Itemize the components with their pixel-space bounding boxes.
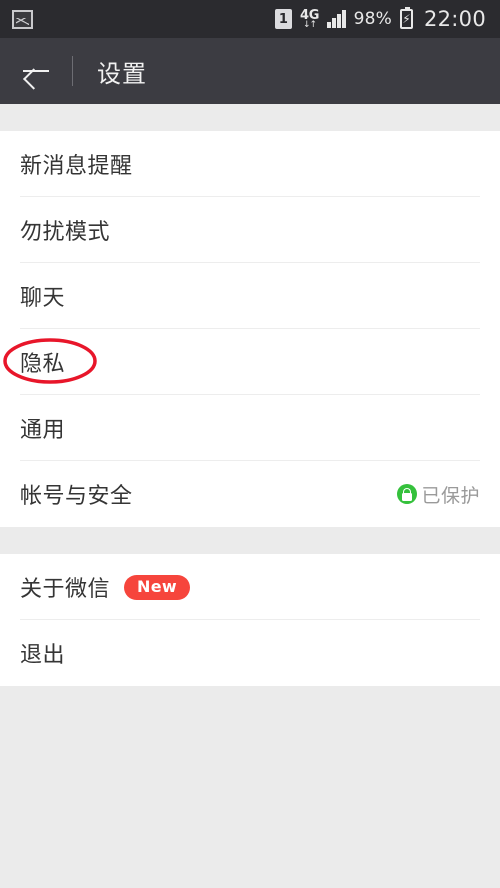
photo-icon	[12, 9, 33, 29]
list-item-new-message-alert[interactable]: 新消息提醒	[0, 131, 500, 197]
list-item-label: 通用	[20, 418, 66, 443]
list-item-general[interactable]: 通用	[0, 395, 500, 461]
settings-group-secondary: 关于微信 New 退出	[0, 554, 500, 686]
list-item-label: 聊天	[20, 286, 66, 311]
app-bar-divider	[72, 56, 73, 86]
back-arrow-icon[interactable]	[20, 54, 54, 88]
list-item-account-security[interactable]: 帐号与安全 已保护	[0, 461, 500, 527]
status-bar-left	[12, 9, 33, 29]
signal-strength-icon	[327, 10, 346, 28]
battery-bolt-glyph: ⚡	[402, 12, 411, 26]
list-item-label: 勿扰模式	[20, 220, 111, 245]
list-item-label: 帐号与安全	[20, 484, 133, 509]
status-bar-right: 1 4G ↓↑ 98% ⚡ 22:00	[274, 7, 486, 31]
new-badge: New	[124, 574, 190, 600]
list-item-label: 关于微信	[20, 577, 111, 602]
battery-charging-icon: ⚡	[399, 7, 413, 29]
status-bar: 1 4G ↓↑ 98% ⚡ 22:00	[0, 0, 500, 38]
settings-group-primary: 新消息提醒 勿扰模式 聊天 隐私 通用 帐号与安全 已保护	[0, 131, 500, 527]
sim-label: 1	[278, 11, 288, 27]
list-item-logout[interactable]: 退出	[0, 620, 500, 686]
status-badge: 已保护	[421, 484, 480, 507]
list-item-chat[interactable]: 聊天	[0, 263, 500, 329]
list-item-label: 新消息提醒	[20, 154, 133, 179]
battery-percent-label: 98%	[353, 9, 392, 29]
list-item-privacy[interactable]: 隐私	[0, 329, 500, 395]
list-item-label: 退出	[20, 643, 66, 668]
sim-card-icon: 1	[274, 9, 292, 29]
app-bar: 设置	[0, 38, 500, 104]
clock-label: 22:00	[423, 7, 486, 31]
page-title: 设置	[97, 59, 147, 88]
network-arrows: ↓↑	[302, 19, 317, 30]
network-type-icon: 4G ↓↑	[300, 9, 319, 30]
list-item-do-not-disturb[interactable]: 勿扰模式	[0, 197, 500, 263]
list-item-label: 隐私	[20, 352, 66, 377]
section-gap-middle	[0, 527, 500, 554]
lock-icon	[397, 484, 418, 504]
account-security-status: 已保护	[397, 481, 480, 508]
section-gap-top	[0, 104, 500, 131]
list-item-about-wechat[interactable]: 关于微信 New	[0, 554, 500, 620]
